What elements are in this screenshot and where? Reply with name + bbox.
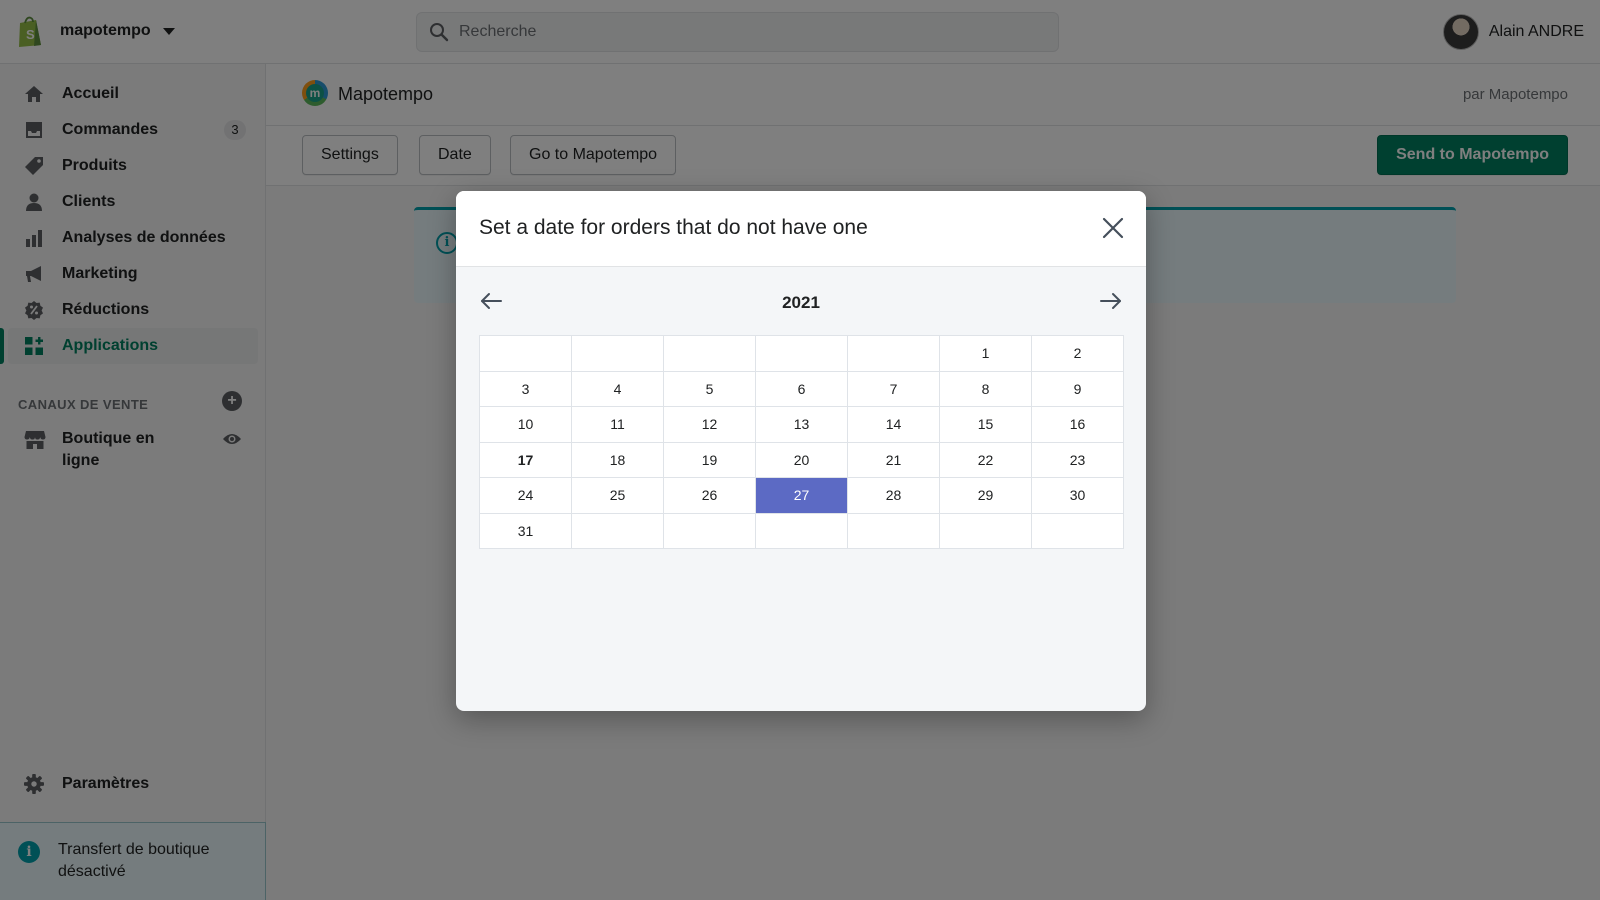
- calendar-day[interactable]: 17: [479, 441, 572, 478]
- calendar-week-row: 31: [479, 512, 1124, 549]
- calendar-day[interactable]: 1: [939, 335, 1032, 372]
- calendar-empty-cell: [571, 335, 664, 372]
- calendar-day[interactable]: 27: [755, 477, 848, 514]
- calendar-day[interactable]: 23: [1031, 441, 1124, 478]
- calendar-day[interactable]: 4: [571, 370, 664, 407]
- calendar-day[interactable]: 19: [663, 441, 756, 478]
- calendar-day[interactable]: 5: [663, 370, 756, 407]
- calendar-week-row: 3456789: [479, 370, 1124, 407]
- calendar-day[interactable]: 12: [663, 406, 756, 443]
- calendar-day[interactable]: 22: [939, 441, 1032, 478]
- calendar-empty-cell: [847, 335, 940, 372]
- calendar-day[interactable]: 30: [1031, 477, 1124, 514]
- calendar-empty-cell: [1031, 512, 1124, 549]
- calendar-day[interactable]: 2: [1031, 335, 1124, 372]
- calendar-day[interactable]: 28: [847, 477, 940, 514]
- calendar-grid: 1 2 3 4 5 6 7 8 9 10 11 12 13 14 15 16 17 18 19 20 21 22 23 24 2…: [479, 335, 1124, 549]
- calendar-empty-cell: [755, 512, 848, 549]
- calendar-empty-cell: [939, 512, 1032, 549]
- calendar-day[interactable]: 18: [571, 441, 664, 478]
- calendar-empty-cell: [847, 512, 940, 549]
- arrow-right-icon[interactable]: [1097, 291, 1123, 311]
- calendar-week-row: 12: [479, 335, 1124, 372]
- calendar-day[interactable]: 11: [571, 406, 664, 443]
- calendar-day[interactable]: 15: [939, 406, 1032, 443]
- calendar-day[interactable]: 21: [847, 441, 940, 478]
- calendar-day[interactable]: 3: [479, 370, 572, 407]
- calendar-empty-cell: [571, 512, 664, 549]
- calendar-empty-cell: [755, 335, 848, 372]
- calendar-year: 2021: [782, 293, 820, 312]
- calendar-day[interactable]: 9: [1031, 370, 1124, 407]
- calendar-empty-cell: [479, 335, 572, 372]
- date-modal: Set a date for orders that do not have o…: [456, 191, 1146, 711]
- calendar-week-row: 24 25 26 27 28 29 30: [479, 477, 1124, 514]
- calendar-day[interactable]: 31: [479, 512, 572, 549]
- close-icon[interactable]: [1100, 215, 1126, 241]
- calendar-day[interactable]: 26: [663, 477, 756, 514]
- calendar-day[interactable]: 24: [479, 477, 572, 514]
- calendar-day[interactable]: 14: [847, 406, 940, 443]
- calendar-day[interactable]: 10: [479, 406, 572, 443]
- calendar-week-row: 10 11 12 13 14 15 16: [479, 406, 1124, 443]
- calendar-empty-cell: [663, 512, 756, 549]
- calendar-day[interactable]: 6: [755, 370, 848, 407]
- calendar-day[interactable]: 16: [1031, 406, 1124, 443]
- calendar-day[interactable]: 29: [939, 477, 1032, 514]
- calendar-day[interactable]: 7: [847, 370, 940, 407]
- calendar-day[interactable]: 25: [571, 477, 664, 514]
- calendar-day[interactable]: 8: [939, 370, 1032, 407]
- calendar-day[interactable]: 20: [755, 441, 848, 478]
- calendar-empty-cell: [663, 335, 756, 372]
- modal-header: Set a date for orders that do not have o…: [456, 191, 1146, 267]
- modal-title: Set a date for orders that do not have o…: [479, 216, 868, 239]
- calendar-week-row: 17 18 19 20 21 22 23: [479, 441, 1124, 478]
- calendar-day[interactable]: 13: [755, 406, 848, 443]
